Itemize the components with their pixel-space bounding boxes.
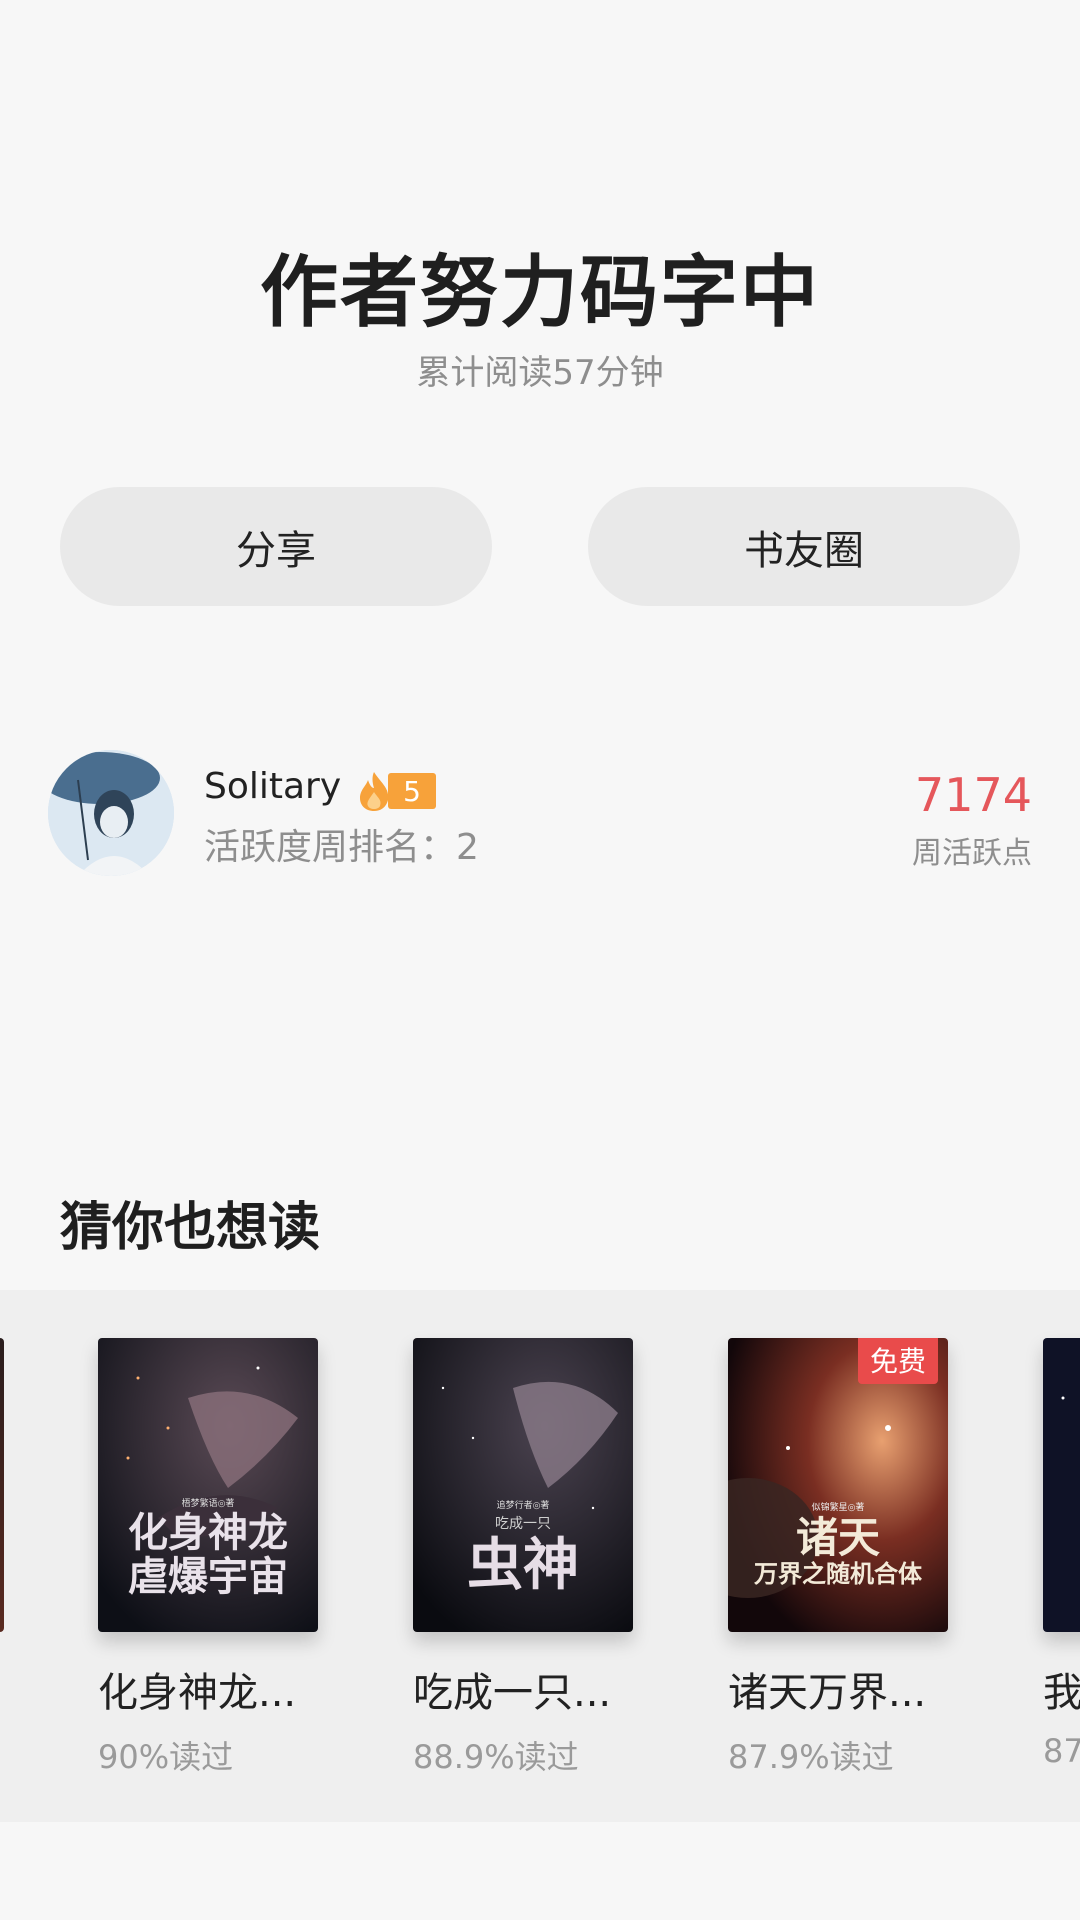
weekly-points-label: 周活跃点 (912, 836, 1032, 871)
book-card[interactable]: 追梦行者◎著 吃成一只 虫神 吃成一只... 88.9%读过 (413, 1338, 633, 1778)
cover-title-line1: 诸天 (796, 1513, 880, 1562)
cover-author: 似锦繁星◎著 (812, 1501, 865, 1513)
cover-title-line1: 化身神龙 (128, 1510, 288, 1556)
weekly-rank: 活跃度周排名：2 (204, 827, 479, 868)
user-activity-row[interactable]: Solitary 5 活跃度周排名：2 7174 周活跃点 (0, 748, 1080, 878)
partial-book-cover[interactable] (0, 1338, 4, 1632)
book-cover[interactable] (1043, 1338, 1080, 1632)
book-read-rate: 90%读过 (98, 1738, 234, 1776)
share-button[interactable]: 分享 (60, 487, 492, 606)
book-card[interactable]: 我 87 (1043, 1338, 1080, 1770)
recommend-carousel[interactable]: 梧梦繁语◎著 化身神龙 虐爆宇宙 化身神龙... 90%读过 追梦行者◎著 吃成… (0, 1290, 1080, 1822)
book-title[interactable]: 化身神龙... (98, 1660, 318, 1718)
book-title[interactable]: 吃成一只... (413, 1660, 633, 1718)
book-circle-button[interactable]: 书友圈 (588, 487, 1020, 606)
cover-author: 梧梦繁语◎著 (182, 1497, 235, 1509)
cover-title-line2: 虫神 (467, 1533, 579, 1598)
level-badge: 5 (354, 770, 436, 812)
weekly-points: 7174 (914, 768, 1032, 822)
free-badge: 免费 (857, 1338, 938, 1384)
recommend-section-title: 猜你也想读 (60, 1197, 321, 1258)
book-read-rate: 87 (1043, 1732, 1080, 1770)
book-title[interactable]: 我 (1043, 1660, 1080, 1718)
avatar[interactable] (48, 750, 174, 876)
book-cover[interactable]: 似锦繁星◎著 诸天 万界之随机合体 免费 (728, 1338, 948, 1632)
book-title[interactable]: 诸天万界... (728, 1660, 948, 1718)
book-read-rate: 87.9%读过 (728, 1738, 894, 1776)
book-card[interactable]: 梧梦繁语◎著 化身神龙 虐爆宇宙 化身神龙... 90%读过 (98, 1338, 318, 1778)
book-card[interactable]: 似锦繁星◎著 诸天 万界之随机合体 免费 诸天万界... 87.9%读过 (728, 1338, 948, 1778)
cover-title-line2: 万界之随机合体 (754, 1559, 923, 1588)
page-title: 作者努力码字中 (259, 248, 820, 338)
cover-author: 追梦行者◎著 (497, 1499, 550, 1511)
cover-title-line2: 虐爆宇宙 (128, 1554, 288, 1600)
book-read-rate: 88.9%读过 (413, 1738, 579, 1776)
username: Solitary (204, 766, 342, 807)
book-cover[interactable]: 追梦行者◎著 吃成一只 虫神 (413, 1338, 633, 1632)
book-cover[interactable]: 梧梦繁语◎著 化身神龙 虐爆宇宙 (98, 1338, 318, 1632)
level-number: 5 (388, 773, 436, 809)
cover-title-line1: 吃成一只 (495, 1516, 551, 1532)
chapter-end-page: 作者努力码字中 累计阅读57分钟 分享 书友圈 Solitary 5 活跃度周排… (0, 0, 1080, 1920)
reading-time: 累计阅读57分钟 (416, 353, 664, 393)
